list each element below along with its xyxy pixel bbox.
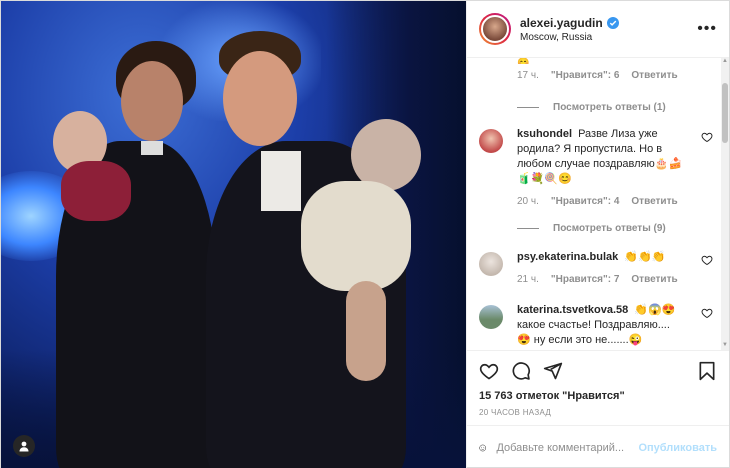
view-replies-label[interactable]: Посмотреть ответы (1) (553, 102, 666, 113)
commenter-username[interactable]: katerina.tsvetkova.58 (517, 304, 628, 316)
comment-time[interactable]: 20 ч. (517, 194, 539, 209)
bookmark-icon[interactable] (697, 361, 717, 381)
comment-meta: 17 ч. "Нравится": 6 Ответить (517, 70, 717, 81)
commenter-avatar[interactable] (479, 305, 503, 329)
comment-item: ksuhondel Разве Лиза уже родила? Я пропу… (479, 127, 717, 209)
scroll-down-arrow[interactable]: ▼ (721, 342, 729, 350)
post-header: alexei.yagudin Moscow, Russia ••• (467, 1, 729, 58)
add-comment-bar: Опубликовать (467, 425, 729, 468)
post-actions: 15 763 отметок "Нравится" 20 ЧАСОВ НАЗАД (467, 350, 729, 417)
post-container: alexei.yagudin Moscow, Russia ••• ▲ ▼ 😊 … (0, 0, 730, 468)
post-timestamp[interactable]: 20 ЧАСОВ НАЗАД (479, 408, 717, 417)
comment-meta: 20 ч. "Нравится": 4 Ответить (517, 194, 685, 209)
scroll-thumb[interactable] (722, 83, 728, 143)
man-right-shirt (261, 151, 301, 211)
verified-icon (606, 16, 619, 29)
post-photo[interactable] (1, 1, 466, 468)
comment-likes[interactable]: "Нравится": 4 (551, 194, 620, 209)
comment-text: 👏👏👏 (624, 251, 666, 263)
view-replies-button[interactable]: Посмотреть ответы (1) (517, 102, 717, 113)
reply-button[interactable]: Ответить (631, 272, 677, 287)
heart-icon[interactable] (701, 131, 713, 143)
comment-time[interactable]: 21 ч. (517, 272, 539, 287)
man-left-face (121, 61, 183, 141)
comment-likes[interactable]: "Нравится": 7 (551, 272, 620, 287)
baby-left-body (61, 161, 131, 221)
replies-line (517, 228, 539, 229)
comment-item: psy.ekaterina.bulak 👏👏👏 21 ч. "Нравится"… (479, 250, 717, 287)
baby-right-body (301, 181, 411, 291)
comments-list: ▲ ▼ 😊 17 ч. "Нравится": 6 Ответить Посмо… (467, 58, 729, 350)
heart-icon[interactable] (479, 361, 499, 381)
heart-icon[interactable] (701, 307, 713, 319)
comment-time[interactable]: 17 ч. (517, 70, 539, 81)
author-username[interactable]: alexei.yagudin (520, 16, 603, 30)
reply-button[interactable]: Ответить (631, 70, 677, 81)
post-location[interactable]: Moscow, Russia (520, 32, 693, 43)
share-icon[interactable] (543, 361, 563, 381)
commenter-avatar[interactable] (479, 129, 503, 153)
reply-button[interactable]: Ответить (631, 194, 677, 209)
likes-count[interactable]: 15 763 отметок "Нравится" (479, 390, 717, 402)
emoji-icon[interactable] (479, 438, 487, 458)
comment-input[interactable] (496, 441, 639, 454)
commenter-avatar[interactable] (479, 252, 503, 276)
comment-likes[interactable]: "Нравится": 6 (551, 70, 620, 81)
replies-line (517, 107, 539, 108)
side-panel: alexei.yagudin Moscow, Russia ••• ▲ ▼ 😊 … (466, 1, 729, 468)
scrollbar[interactable]: ▲ ▼ (721, 58, 729, 350)
comment-item: katerina.tsvetkova.58 👏😱😍 какое счастье!… (479, 303, 717, 348)
view-replies-label[interactable]: Посмотреть ответы (9) (553, 223, 666, 234)
baby-right-legs (346, 281, 386, 381)
tagged-user-icon[interactable] (13, 435, 35, 457)
commenter-username[interactable]: ksuhondel (517, 128, 572, 140)
man-right-face (223, 51, 297, 146)
comment-meta: 21 ч. "Нравится": 7 Ответить (517, 272, 685, 287)
partial-text: 😊 (517, 58, 530, 64)
heart-icon[interactable] (701, 254, 713, 266)
view-replies-button[interactable]: Посмотреть ответы (9) (517, 223, 717, 234)
author-avatar[interactable] (479, 13, 511, 45)
commenter-username[interactable]: psy.ekaterina.bulak (517, 251, 618, 263)
publish-button[interactable]: Опубликовать (638, 442, 717, 454)
more-options-button[interactable]: ••• (693, 20, 717, 38)
comment-icon[interactable] (511, 361, 531, 381)
scroll-up-arrow[interactable]: ▲ (721, 58, 729, 66)
man-left-collar (141, 141, 163, 155)
